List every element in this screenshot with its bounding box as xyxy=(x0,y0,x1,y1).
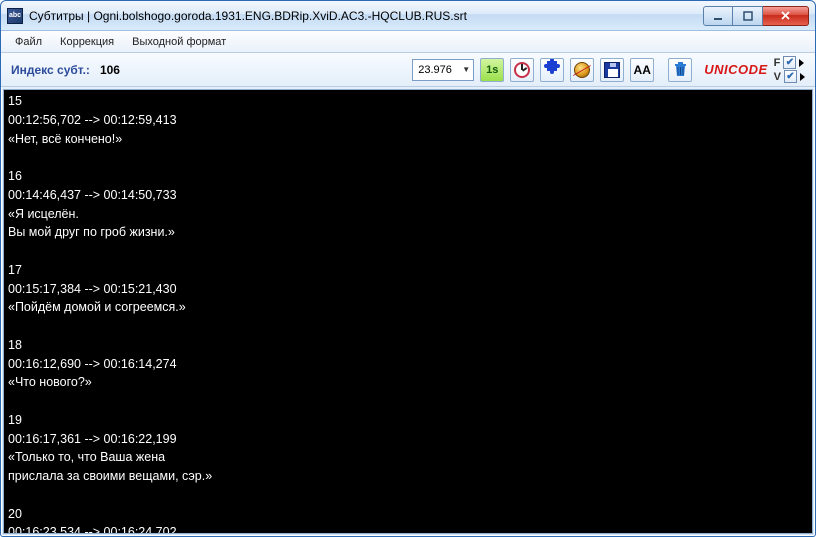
close-button[interactable] xyxy=(763,6,809,26)
trash-button[interactable] xyxy=(668,58,692,82)
subtitle-index-label: Индекс субт.: xyxy=(11,63,90,77)
disc-icon xyxy=(574,62,590,78)
menu-file[interactable]: Файл xyxy=(7,34,50,50)
f-play-icon[interactable] xyxy=(799,59,804,67)
clock-icon xyxy=(514,62,530,78)
subtitle-editor[interactable]: 15 00:12:56,702 --> 00:12:59,413 «Нет, в… xyxy=(4,90,812,533)
window-controls xyxy=(703,6,809,26)
app-icon: abc xyxy=(7,8,23,24)
app-window: abc Субтитры | Ogni.bolshogo.goroda.1931… xyxy=(0,0,816,537)
f-checkbox[interactable]: ✔ xyxy=(783,56,796,69)
f-label: F xyxy=(774,57,781,69)
titlebar[interactable]: abc Субтитры | Ogni.bolshogo.goroda.1931… xyxy=(1,1,815,31)
toolbar: Индекс субт.: 106 23.976 ▼ 1s AA xyxy=(1,53,815,87)
fps-select[interactable]: 23.976 ▼ xyxy=(412,59,474,81)
menu-correction[interactable]: Коррекция xyxy=(52,34,122,50)
encoding-label: UNICODE xyxy=(704,62,767,77)
fv-toggles: F ✔ V ✔ xyxy=(774,56,805,83)
menu-output-format[interactable]: Выходной формат xyxy=(124,34,234,50)
one-second-button[interactable]: 1s xyxy=(480,58,504,82)
trash-icon xyxy=(674,62,687,77)
fps-value: 23.976 xyxy=(418,64,452,76)
disc-button[interactable] xyxy=(570,58,594,82)
v-play-icon[interactable] xyxy=(800,73,805,81)
v-label: V xyxy=(774,71,781,83)
v-checkbox[interactable]: ✔ xyxy=(784,70,797,83)
plugins-button[interactable] xyxy=(540,58,564,82)
puzzle-icon xyxy=(544,59,560,80)
editor-container: 15 00:12:56,702 --> 00:12:59,413 «Нет, в… xyxy=(3,89,813,534)
floppy-icon xyxy=(604,62,620,78)
font-button[interactable]: AA xyxy=(630,58,654,82)
maximize-button[interactable] xyxy=(733,6,763,26)
minimize-button[interactable] xyxy=(703,6,733,26)
save-button[interactable] xyxy=(600,58,624,82)
timing-button[interactable] xyxy=(510,58,534,82)
font-icon: AA xyxy=(634,63,651,77)
dropdown-arrow-icon: ▼ xyxy=(462,65,470,74)
one-second-label: 1s xyxy=(486,64,498,76)
window-title: Субтитры | Ogni.bolshogo.goroda.1931.ENG… xyxy=(29,9,703,23)
subtitle-index-value: 106 xyxy=(100,63,120,77)
menubar: Файл Коррекция Выходной формат xyxy=(1,31,815,53)
